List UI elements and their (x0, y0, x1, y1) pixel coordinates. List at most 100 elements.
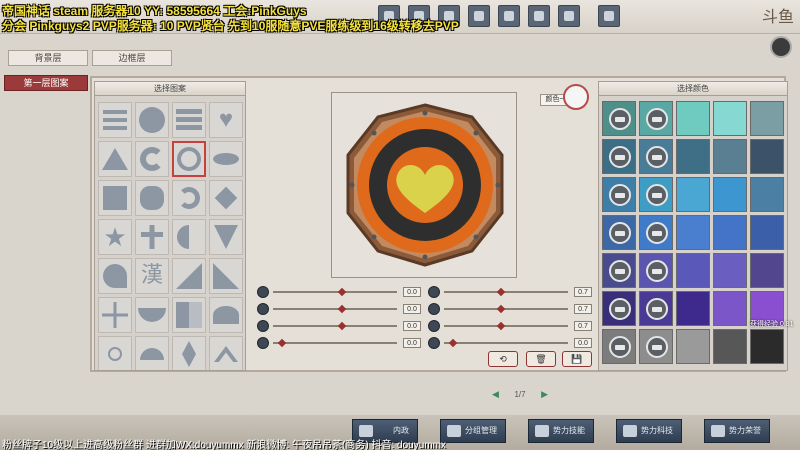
color-swatch[interactable] (713, 139, 747, 174)
slider-track[interactable] (273, 291, 397, 293)
color-swatch[interactable] (676, 177, 710, 212)
color-swatch[interactable] (676, 291, 710, 326)
slider-mode-icon[interactable] (257, 337, 269, 349)
next-page-icon[interactable]: ▶ (541, 389, 548, 399)
nav-group-management[interactable]: 分组管理 (440, 419, 506, 443)
pattern-split[interactable] (172, 297, 206, 333)
color-one-swatch[interactable] (563, 84, 589, 110)
slider-track[interactable] (444, 308, 568, 310)
pattern-circle[interactable] (135, 102, 169, 138)
color-swatch[interactable] (750, 177, 784, 212)
pattern-yinyang[interactable] (172, 219, 206, 255)
pattern-flower[interactable] (135, 180, 169, 216)
color-swatch[interactable] (713, 215, 747, 250)
slider-track[interactable] (444, 291, 568, 293)
color-swatch[interactable] (713, 253, 747, 288)
slider-knob[interactable] (337, 304, 347, 314)
pattern-square[interactable] (98, 180, 132, 216)
color-swatch[interactable] (602, 215, 636, 250)
nav-faction-tech[interactable]: 势力科技 (616, 419, 682, 443)
color-swatch[interactable] (676, 101, 710, 136)
pattern-crescent[interactable] (135, 141, 169, 177)
color-swatch[interactable] (676, 139, 710, 174)
menu-icon-6[interactable] (528, 5, 550, 27)
menu-icon-5[interactable] (498, 5, 520, 27)
pattern-han-character[interactable]: 漢 (135, 258, 169, 294)
color-swatch[interactable] (713, 291, 747, 326)
pattern-grid-lines[interactable] (98, 297, 132, 333)
pattern-heart[interactable]: ♥ (209, 102, 243, 138)
pattern-stripes-three[interactable] (98, 102, 132, 138)
avatar[interactable] (770, 36, 792, 58)
color-swatch[interactable] (676, 253, 710, 288)
color-swatch[interactable] (676, 329, 710, 364)
pattern-arc[interactable] (135, 297, 169, 333)
slider-knob[interactable] (337, 321, 347, 331)
rotate-button[interactable]: ⟲ (488, 351, 518, 367)
color-swatch[interactable] (639, 253, 673, 288)
pattern-diamond[interactable] (172, 336, 206, 370)
slider-mode-icon[interactable] (428, 337, 440, 349)
pattern-cross[interactable] (135, 219, 169, 255)
color-swatch[interactable] (639, 291, 673, 326)
color-swatch[interactable] (639, 139, 673, 174)
color-swatch[interactable] (750, 101, 784, 136)
nav-faction-skills[interactable]: 势力技能 (528, 419, 594, 443)
color-swatch[interactable] (639, 329, 673, 364)
color-swatch[interactable] (602, 101, 636, 136)
pattern-moon[interactable] (172, 180, 206, 216)
pattern-swirl[interactable] (98, 258, 132, 294)
color-swatch[interactable] (713, 329, 747, 364)
slider-knob[interactable] (496, 287, 506, 297)
color-swatch[interactable] (676, 215, 710, 250)
slider-knob[interactable] (277, 338, 287, 348)
slider-knob[interactable] (448, 338, 458, 348)
menu-icon-4[interactable] (468, 5, 490, 27)
tab-border-layer[interactable]: 边框层 (92, 50, 172, 66)
color-swatch[interactable] (602, 253, 636, 288)
color-swatch[interactable] (602, 177, 636, 212)
color-swatch[interactable] (602, 291, 636, 326)
slider-mode-icon[interactable] (428, 320, 440, 332)
color-swatch[interactable] (713, 101, 747, 136)
pattern-chevron[interactable] (209, 336, 243, 370)
color-swatch[interactable] (602, 329, 636, 364)
save-button[interactable]: 💾 (562, 351, 592, 367)
pattern-half-circle[interactable] (135, 336, 169, 370)
slider-mode-icon[interactable] (428, 303, 440, 315)
color-swatch[interactable] (602, 139, 636, 174)
pattern-dot-ring[interactable] (98, 336, 132, 370)
color-swatch[interactable] (639, 215, 673, 250)
pattern-star[interactable]: ★ (98, 219, 132, 255)
pattern-triangle[interactable] (98, 141, 132, 177)
nav-faction-honor[interactable]: 势力荣誉 (704, 419, 770, 443)
pattern-quarter[interactable] (209, 258, 243, 294)
slider-knob[interactable] (496, 304, 506, 314)
slider-mode-icon[interactable] (257, 320, 269, 332)
color-swatch[interactable] (639, 177, 673, 212)
menu-icon-8[interactable] (598, 5, 620, 27)
prev-page-icon[interactable]: ◀ (492, 389, 499, 399)
tab-background-layer[interactable]: 背景层 (8, 50, 88, 66)
color-swatch[interactable] (639, 101, 673, 136)
color-swatch[interactable] (713, 177, 747, 212)
slider-track[interactable] (273, 325, 397, 327)
delete-button[interactable]: 🗑 (526, 351, 556, 367)
pattern-half[interactable] (172, 258, 206, 294)
slider-track[interactable] (273, 308, 397, 310)
slider-track[interactable] (444, 325, 568, 327)
pattern-lens[interactable] (209, 141, 243, 177)
slider-knob[interactable] (496, 321, 506, 331)
color-swatch[interactable] (750, 253, 784, 288)
menu-icon-7[interactable] (558, 5, 580, 27)
pattern-lotus[interactable] (209, 297, 243, 333)
pattern-star-four[interactable] (209, 180, 243, 216)
pattern-ring[interactable] (172, 141, 206, 177)
slider-knob[interactable] (337, 287, 347, 297)
slider-track[interactable] (273, 342, 397, 344)
slider-track[interactable] (444, 342, 568, 344)
color-swatch[interactable] (750, 329, 784, 364)
color-swatch[interactable] (750, 215, 784, 250)
tab-first-layer[interactable]: 第一层图案 (4, 75, 88, 91)
slider-mode-icon[interactable] (428, 286, 440, 298)
